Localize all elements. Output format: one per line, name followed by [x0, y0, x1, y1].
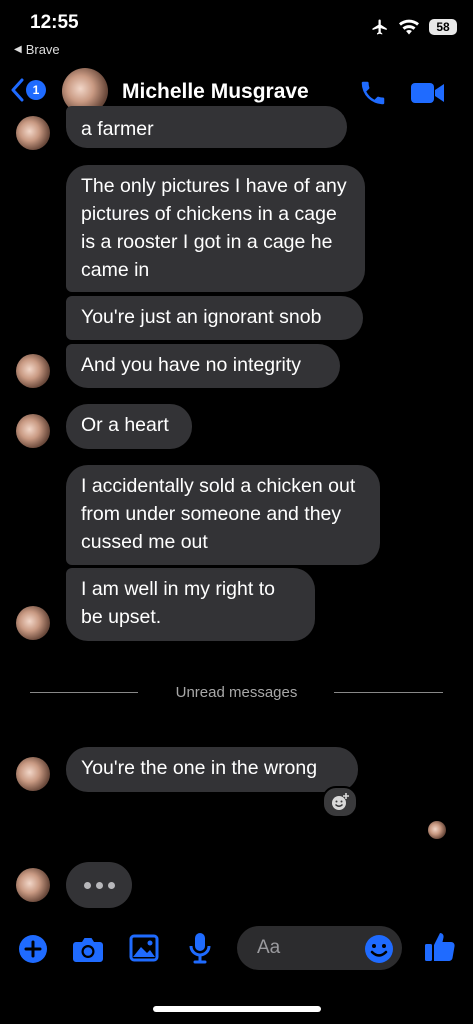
- read-receipt-avatar: [428, 821, 446, 839]
- emoji-plus-icon: [332, 793, 349, 810]
- typing-dot: [95, 881, 103, 889]
- home-indicator: [153, 1006, 321, 1012]
- sender-avatar[interactable]: [16, 757, 50, 791]
- typing-indicator: [66, 862, 132, 908]
- message-bubble[interactable]: I am well in my right to be upset.: [66, 568, 315, 641]
- sender-avatar[interactable]: [16, 414, 50, 448]
- chevron-left-icon: [11, 78, 24, 102]
- emoji-icon[interactable]: [364, 934, 394, 964]
- message-bubble[interactable]: You're just an ignorant snob: [66, 296, 363, 340]
- message-text: You're just an ignorant snob: [81, 306, 322, 328]
- message-bubble[interactable]: You're the one in the wrong: [66, 747, 358, 792]
- message-bubble[interactable]: And you have no integrity: [66, 344, 340, 388]
- wifi-icon: [399, 19, 419, 35]
- sender-avatar[interactable]: [16, 354, 50, 388]
- airplane-mode-icon: [372, 19, 387, 35]
- back-triangle-icon: ◀: [14, 44, 22, 55]
- back-to-app-link[interactable]: ◀ Brave: [14, 42, 60, 57]
- message-bubble[interactable]: The only pictures I have of any pictures…: [66, 165, 365, 292]
- gallery-icon[interactable]: [129, 934, 159, 962]
- status-time: 12:55: [30, 12, 79, 33]
- back-app-label: Brave: [25, 42, 60, 57]
- message-text: I accidentally sold a chicken out from u…: [81, 475, 356, 553]
- contact-name[interactable]: Michelle Musgrave: [122, 80, 309, 104]
- message-bubble[interactable]: a farmer: [66, 106, 347, 148]
- status-icons: 58: [371, 18, 457, 36]
- microphone-icon[interactable]: [189, 932, 211, 964]
- message-text: And you have no integrity: [81, 354, 302, 376]
- sender-avatar[interactable]: [16, 116, 50, 150]
- typing-user-avatar[interactable]: [16, 868, 50, 902]
- message-text: Or a heart: [81, 414, 169, 436]
- plus-circle-icon[interactable]: [18, 934, 48, 964]
- video-call-icon[interactable]: [410, 80, 446, 106]
- message-text: I am well in my right to be upset.: [81, 578, 275, 628]
- message-composer: Aa: [0, 922, 473, 978]
- battery-indicator: 58: [429, 19, 457, 35]
- message-text: a farmer: [81, 118, 154, 140]
- like-thumbs-up-icon[interactable]: [423, 930, 457, 964]
- message-bubble[interactable]: I accidentally sold a chicken out from u…: [66, 465, 380, 565]
- message-text: You're the one in the wrong: [81, 757, 318, 779]
- divider-line-right: [334, 692, 443, 693]
- typing-dot: [83, 881, 91, 889]
- phone-call-icon[interactable]: [358, 78, 388, 108]
- sender-avatar[interactable]: [16, 606, 50, 640]
- add-reaction-button[interactable]: [322, 786, 358, 818]
- message-bubble[interactable]: Or a heart: [66, 404, 192, 449]
- camera-icon[interactable]: [72, 935, 104, 963]
- back-button[interactable]: 1: [10, 78, 46, 102]
- unread-count-badge: 1: [26, 80, 46, 100]
- message-text: The only pictures I have of any pictures…: [81, 175, 347, 281]
- typing-dot: [107, 881, 115, 889]
